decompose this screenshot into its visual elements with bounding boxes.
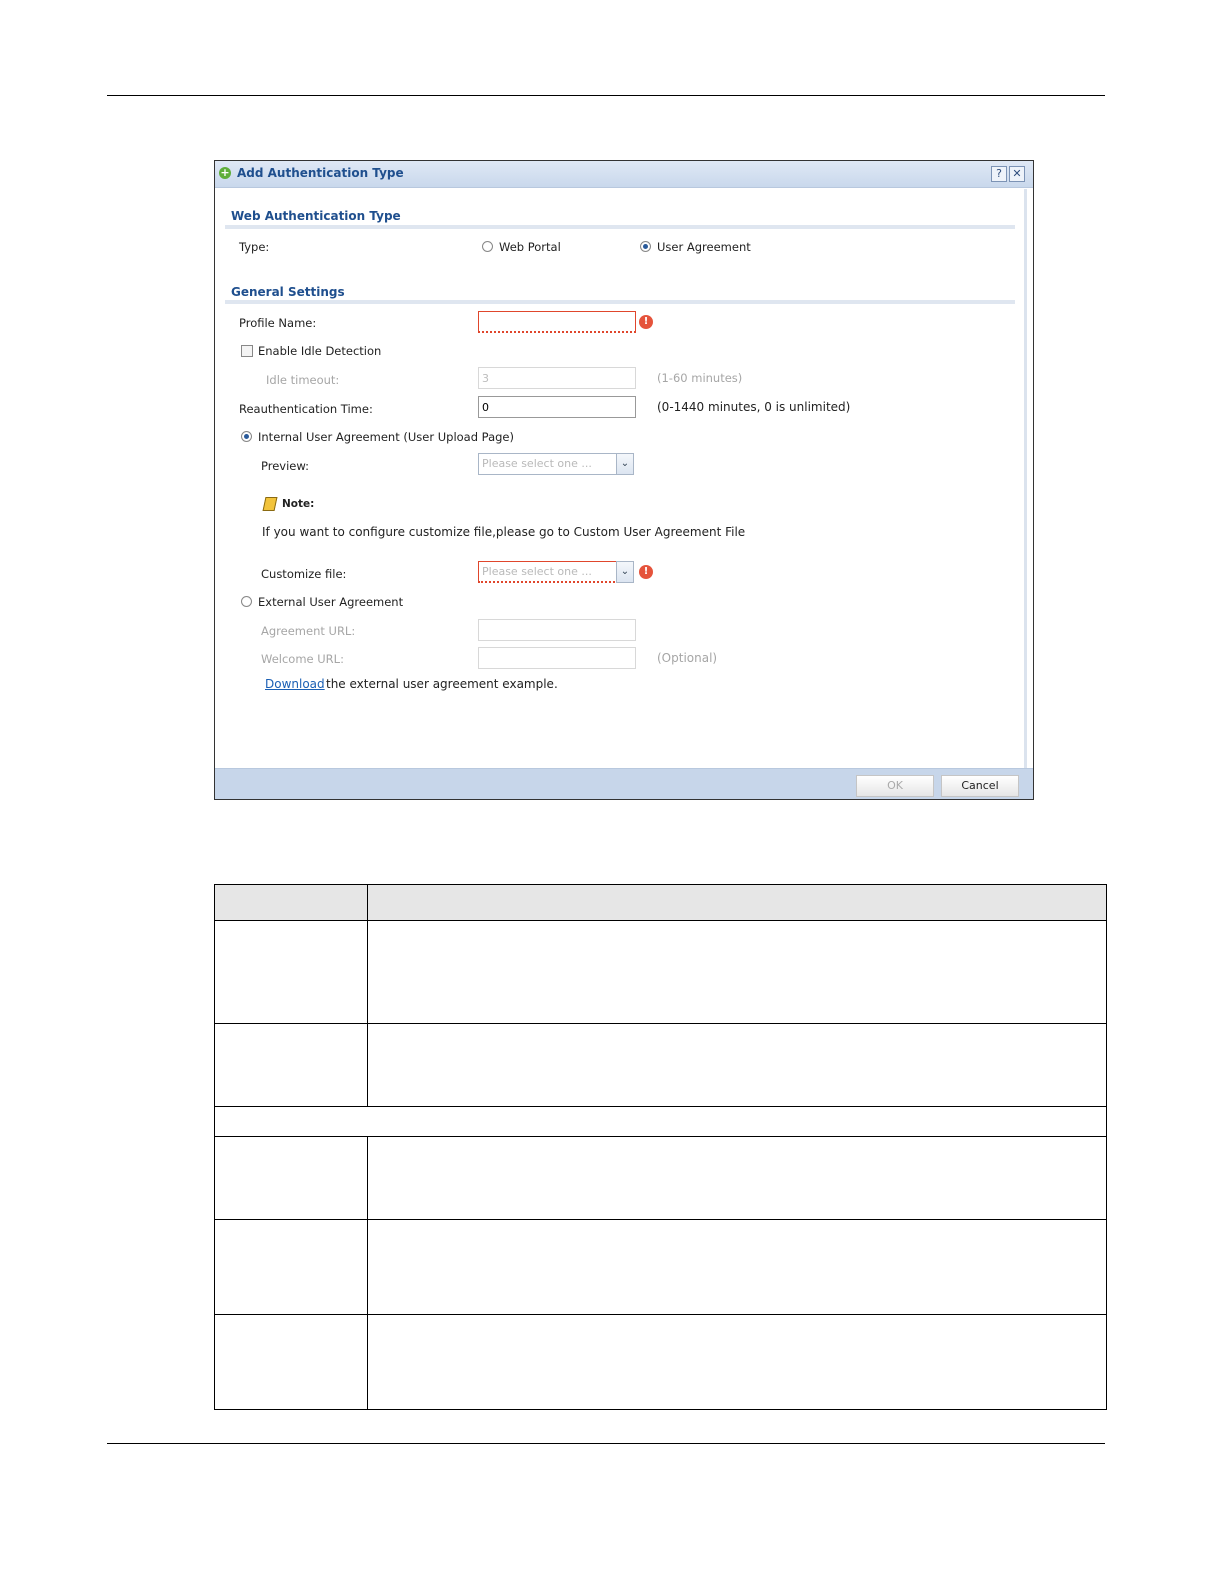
cancel-button[interactable]: Cancel [941,775,1019,797]
note-icon [262,497,278,511]
idle-timeout-hint: (1-60 minutes) [657,371,743,385]
section-web-authentication-type: Web Authentication Type [231,209,401,223]
welcome-url-hint: (Optional) [657,651,718,665]
table-header-cell [214,884,368,921]
radio-external-user-agreement[interactable] [241,596,252,607]
radio-web-portal[interactable] [482,241,493,252]
page-header-rule [107,95,1105,96]
welcome-url-input[interactable] [478,647,636,669]
chevron-down-icon[interactable]: ⌄ [616,561,634,583]
web-portal-label: Web Portal [499,240,561,254]
idle-timeout-label: Idle timeout: [266,373,340,387]
note-label: Note: [282,498,315,510]
dialog-title-bar: + Add Authentication Type ? ✕ [215,161,1033,188]
table-cell [214,1314,368,1410]
section-divider [225,225,1015,229]
table-section-row [214,1106,1107,1137]
table-header-row [214,884,1107,921]
reauthentication-time-input[interactable] [478,396,636,418]
external-user-agreement-label: External User Agreement [258,595,404,609]
table-cell [367,1219,1107,1315]
reauthentication-time-hint: (0-1440 minutes, 0 is unlimited) [657,400,851,414]
table-cell [214,920,368,1024]
customize-file-select[interactable]: Please select one ... ⌄ [478,561,634,583]
welcome-url-label: Welcome URL: [261,652,344,666]
profile-name-input[interactable] [478,311,636,333]
help-icon[interactable]: ? [991,166,1007,182]
table-cell [214,1136,368,1220]
customize-file-label: Customize file: [261,567,347,581]
chevron-down-icon[interactable]: ⌄ [616,453,634,475]
error-icon: ! [639,315,653,329]
table-cell [367,1136,1107,1220]
preview-select-value: Please select one ... [482,457,592,470]
idle-timeout-input[interactable] [478,367,636,389]
radio-user-agreement[interactable] [640,241,651,252]
dialog-title: Add Authentication Type [237,166,404,180]
agreement-url-input[interactable] [478,619,636,641]
description-table [214,884,1107,1410]
table-cell [214,1219,368,1315]
table-row [214,1219,1107,1315]
preview-select[interactable]: Please select one ... ⌄ [478,453,634,475]
download-description: the external user agreement example. [326,677,558,691]
section-divider [225,300,1015,304]
enable-idle-detection-checkbox[interactable] [241,345,253,357]
download-link[interactable]: Download [265,677,325,691]
section-general-settings: General Settings [231,285,345,299]
table-cell [214,1023,368,1107]
table-row [214,920,1107,1024]
page-footer-rule [107,1443,1105,1444]
table-cell [367,1023,1107,1107]
reauthentication-time-label: Reauthentication Time: [239,402,373,416]
type-label: Type: [239,240,270,254]
table-row [214,1023,1107,1107]
enable-idle-detection-label: Enable Idle Detection [258,344,382,358]
internal-user-agreement-label: Internal User Agreement (User Upload Pag… [258,430,514,444]
customize-file-select-value: Please select one ... [482,565,592,578]
table-header-cell [367,884,1107,921]
close-icon[interactable]: ✕ [1009,166,1025,182]
error-icon: ! [639,565,653,579]
user-agreement-label: User Agreement [657,240,751,254]
ok-button[interactable]: OK [856,775,934,797]
agreement-url-label: Agreement URL: [261,624,356,638]
scrollbar[interactable] [1024,189,1027,769]
table-row [214,1314,1107,1410]
preview-label: Preview: [261,459,310,473]
profile-name-label: Profile Name: [239,316,317,330]
radio-internal-user-agreement[interactable] [241,431,252,442]
table-cell [214,1106,1107,1137]
add-authentication-type-dialog: + Add Authentication Type ? ✕ Web Authen… [214,160,1034,800]
table-cell [367,920,1107,1024]
note-text: If you want to configure customize file,… [262,525,746,539]
table-row [214,1136,1107,1220]
table-cell [367,1314,1107,1410]
dialog-footer: OK Cancel [215,768,1033,799]
add-icon: + [219,166,231,179]
